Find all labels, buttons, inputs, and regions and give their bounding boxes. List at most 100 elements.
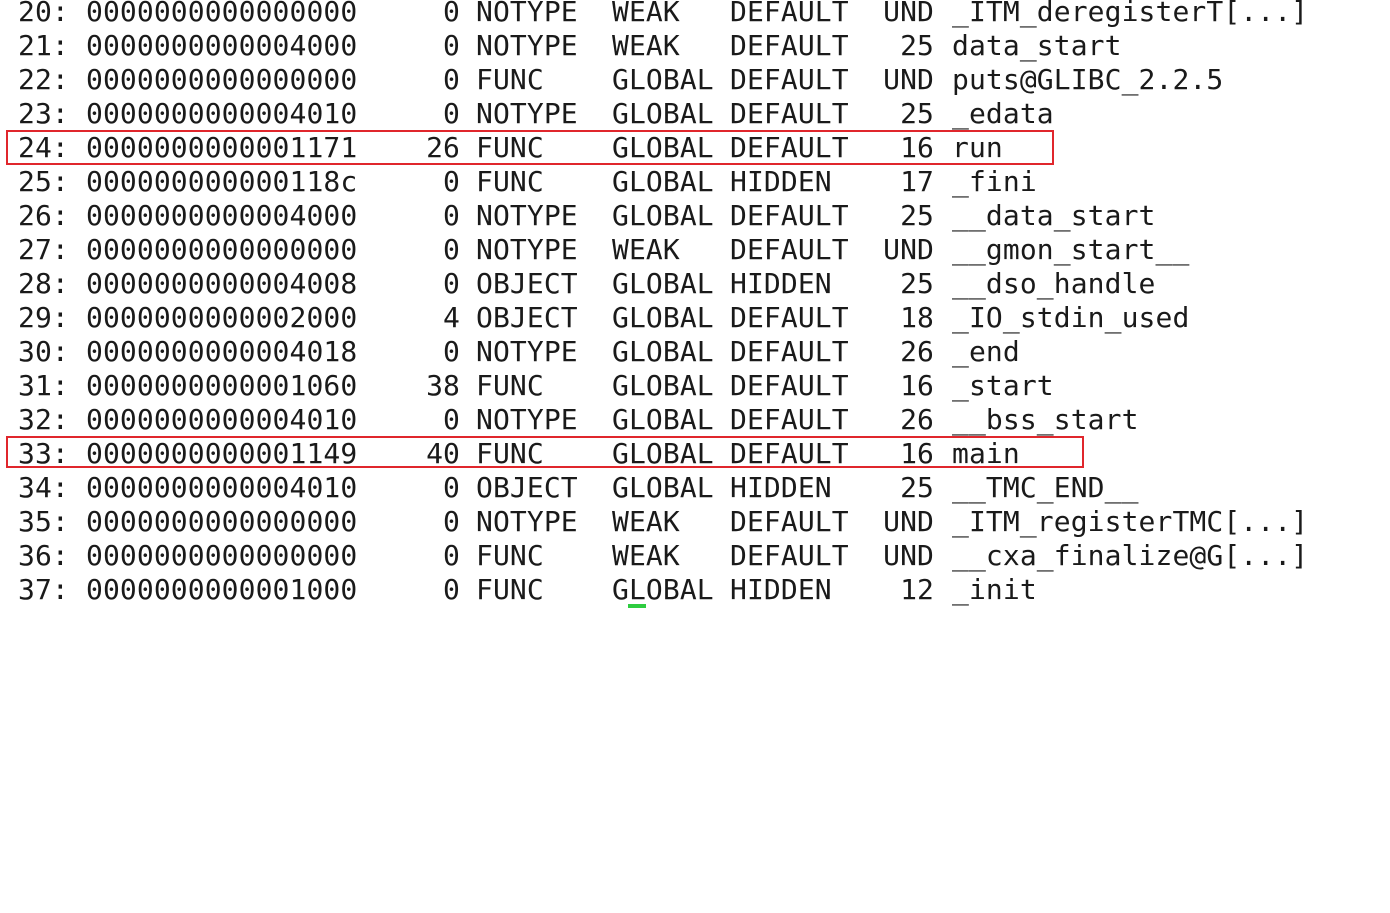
symbol-type: NOTYPE	[476, 199, 578, 232]
symbol-value: 0000000000000000	[86, 505, 358, 538]
symbol-bind: GLOBAL	[612, 573, 714, 606]
symbol-size: 0	[443, 97, 460, 130]
symbol-vis: DEFAULT	[730, 539, 849, 572]
symbol-bind: GLOBAL	[612, 471, 714, 504]
symbol-ndx: 26	[900, 335, 934, 368]
symbol-bind: GLOBAL	[612, 267, 714, 300]
symbol-row: 30: 0000000000004018 0 NOTYPE GLOBAL DEF…	[0, 335, 1020, 369]
symbol-value: 0000000000000000	[86, 233, 358, 266]
symbol-num: 35:	[18, 505, 69, 538]
symbol-value: 0000000000004010	[86, 403, 358, 436]
symbol-vis: DEFAULT	[730, 335, 849, 368]
symbol-name: _IO_stdin_used	[952, 301, 1190, 334]
symbol-name: __bss_start	[952, 403, 1139, 436]
symbol-row: 36: 0000000000000000 0 FUNC WEAK DEFAULT…	[0, 539, 1308, 573]
symbol-num: 36:	[18, 539, 69, 572]
symbol-ndx: 25	[900, 29, 934, 62]
highlight-box-main	[6, 436, 1084, 468]
symbol-ndx: 25	[900, 267, 934, 300]
symbol-value: 0000000000004010	[86, 471, 358, 504]
symbol-vis: HIDDEN	[730, 471, 832, 504]
symbol-bind: WEAK	[612, 233, 680, 266]
symbol-row: 31: 0000000000001060 38 FUNC GLOBAL DEFA…	[0, 369, 1054, 403]
symbol-row: 22: 0000000000000000 0 FUNC GLOBAL DEFAU…	[0, 63, 1223, 97]
symbol-name: __TMC_END__	[952, 471, 1139, 504]
symbol-name: puts@GLIBC_2.2.5	[952, 63, 1224, 96]
symbol-vis: DEFAULT	[730, 63, 849, 96]
symbol-name: _fini	[952, 165, 1037, 198]
symbol-size: 0	[443, 505, 460, 538]
symbol-ndx: UND	[883, 63, 934, 96]
symbol-size: 0	[443, 165, 460, 198]
symbol-bind: GLOBAL	[612, 335, 714, 368]
symbol-bind: WEAK	[612, 0, 680, 28]
symbol-name: data_start	[952, 29, 1122, 62]
symbol-ndx: UND	[883, 233, 934, 266]
symbol-type: NOTYPE	[476, 335, 578, 368]
symbol-size: 0	[443, 63, 460, 96]
symbol-size: 0	[443, 573, 460, 606]
symbol-num: 26:	[18, 199, 69, 232]
symbol-ndx: UND	[883, 0, 934, 28]
symbol-bind: GLOBAL	[612, 301, 714, 334]
symbol-size: 4	[443, 301, 460, 334]
symbol-num: 20:	[18, 0, 69, 28]
symbol-row: 20: 0000000000000000 0 NOTYPE WEAK DEFAU…	[0, 0, 1308, 29]
symbol-type: OBJECT	[476, 267, 578, 300]
symbol-num: 31:	[18, 369, 69, 402]
symbol-type: NOTYPE	[476, 505, 578, 538]
symbol-type: FUNC	[476, 165, 544, 198]
symbol-num: 23:	[18, 97, 69, 130]
symbol-size: 0	[443, 29, 460, 62]
symbol-type: FUNC	[476, 539, 544, 572]
symbol-name: _init	[952, 573, 1037, 606]
symbol-num: 30:	[18, 335, 69, 368]
symbol-vis: DEFAULT	[730, 199, 849, 232]
symbol-size: 0	[443, 335, 460, 368]
symbol-type: OBJECT	[476, 301, 578, 334]
symbol-name: _ITM_deregisterT[...]	[952, 0, 1309, 28]
symbol-row: 26: 0000000000004000 0 NOTYPE GLOBAL DEF…	[0, 199, 1155, 233]
symbol-ndx: 26	[900, 403, 934, 436]
symbol-vis: DEFAULT	[730, 403, 849, 436]
symbol-name: __cxa_finalize@G[...]	[952, 539, 1309, 572]
symbol-name: _edata	[952, 97, 1054, 130]
symbol-num: 28:	[18, 267, 69, 300]
symbol-vis: HIDDEN	[730, 267, 832, 300]
symbol-vis: DEFAULT	[730, 505, 849, 538]
symbol-name: __dso_handle	[952, 267, 1156, 300]
symbol-vis: DEFAULT	[730, 0, 849, 28]
symbol-name: _start	[952, 369, 1054, 402]
symbol-vis: DEFAULT	[730, 29, 849, 62]
symbol-size: 0	[443, 0, 460, 28]
symbol-num: 34:	[18, 471, 69, 504]
symbol-row: 28: 0000000000004008 0 OBJECT GLOBAL HID…	[0, 267, 1155, 301]
symbol-type: NOTYPE	[476, 233, 578, 266]
symbol-name: _end	[952, 335, 1020, 368]
symbol-ndx: UND	[883, 539, 934, 572]
symbol-size: 0	[443, 403, 460, 436]
symbol-ndx: 25	[900, 199, 934, 232]
symbol-name: __data_start	[952, 199, 1156, 232]
symbol-size: 0	[443, 233, 460, 266]
symbol-row: 35: 0000000000000000 0 NOTYPE WEAK DEFAU…	[0, 505, 1308, 539]
symbol-row: 27: 0000000000000000 0 NOTYPE WEAK DEFAU…	[0, 233, 1189, 267]
symbol-bind: GLOBAL	[612, 63, 714, 96]
symbol-size: 38	[426, 369, 460, 402]
symbol-ndx: 12	[900, 573, 934, 606]
symbol-num: 27:	[18, 233, 69, 266]
symbol-num: 32:	[18, 403, 69, 436]
symbol-type: FUNC	[476, 369, 544, 402]
symbol-value: 0000000000001000	[86, 573, 358, 606]
symbol-vis: DEFAULT	[730, 97, 849, 130]
symbol-num: 25:	[18, 165, 69, 198]
symbol-value: 0000000000004000	[86, 29, 358, 62]
symbol-bind: GLOBAL	[612, 165, 714, 198]
symbol-vis: HIDDEN	[730, 165, 832, 198]
symbol-ndx: UND	[883, 505, 934, 538]
symbol-ndx: 17	[900, 165, 934, 198]
symbol-ndx: 25	[900, 97, 934, 130]
symbol-value: 0000000000004018	[86, 335, 358, 368]
symbol-type: NOTYPE	[476, 29, 578, 62]
symbol-value: 0000000000000000	[86, 63, 358, 96]
